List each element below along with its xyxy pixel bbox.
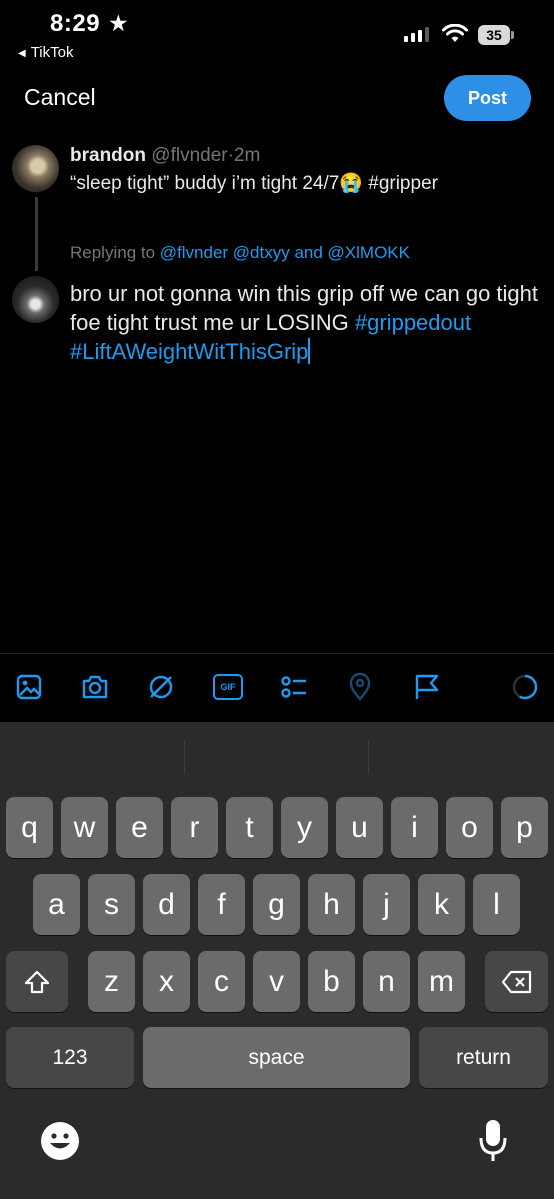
key-n[interactable]: n bbox=[363, 951, 410, 1012]
shift-arrow-icon bbox=[24, 970, 50, 993]
toolbar-divider bbox=[0, 653, 554, 654]
key-h[interactable]: h bbox=[308, 874, 355, 935]
key-y[interactable]: y bbox=[281, 797, 328, 858]
post-button[interactable]: Post bbox=[444, 75, 531, 121]
avatar-self bbox=[12, 276, 59, 323]
key-l[interactable]: l bbox=[473, 874, 520, 935]
progress-ring-icon bbox=[508, 670, 542, 704]
key-i[interactable]: i bbox=[391, 797, 438, 858]
status-time: 8:29 bbox=[50, 10, 101, 37]
key-v[interactable]: v bbox=[253, 951, 300, 1012]
text-caret bbox=[308, 338, 311, 364]
key-s[interactable]: s bbox=[88, 874, 135, 935]
image-icon[interactable] bbox=[12, 670, 46, 704]
key-k[interactable]: k bbox=[418, 874, 465, 935]
battery-tip bbox=[511, 31, 514, 39]
camera-icon[interactable] bbox=[78, 670, 112, 704]
suggestion-divider bbox=[184, 740, 185, 774]
key-b[interactable]: b bbox=[308, 951, 355, 1012]
key-w[interactable]: w bbox=[61, 797, 108, 858]
shift-key[interactable] bbox=[6, 951, 68, 1012]
back-triangle-icon: ◀ bbox=[18, 48, 26, 59]
numbers-key[interactable]: 123 bbox=[6, 1027, 134, 1088]
replying-prefix: Replying to bbox=[70, 243, 156, 262]
space-key[interactable]: space bbox=[143, 1027, 410, 1088]
flag-icon[interactable] bbox=[410, 670, 444, 704]
avatar-brandon[interactable] bbox=[12, 145, 59, 192]
key-f[interactable]: f bbox=[198, 874, 245, 935]
key-c[interactable]: c bbox=[198, 951, 245, 1012]
poll-icon[interactable] bbox=[277, 670, 311, 704]
key-e[interactable]: e bbox=[116, 797, 163, 858]
key-r[interactable]: r bbox=[171, 797, 218, 858]
replying-to-line[interactable]: Replying to @flvnder @dtxyy and @XlMOKK bbox=[70, 243, 410, 263]
key-g[interactable]: g bbox=[253, 874, 300, 935]
reply-compose-field[interactable]: bro ur not gonna win this grip off we ca… bbox=[70, 279, 540, 366]
back-to-app-link[interactable]: ◀ TikTok bbox=[18, 44, 73, 61]
key-t[interactable]: t bbox=[226, 797, 273, 858]
gif-icon[interactable]: GIF bbox=[211, 670, 245, 704]
key-j[interactable]: j bbox=[363, 874, 410, 935]
key-z[interactable]: z bbox=[88, 951, 135, 1012]
replying-handles[interactable]: @flvnder @dtxyy and @XlMOKK bbox=[160, 243, 410, 262]
star-icon: ★ bbox=[108, 10, 129, 36]
delete-key[interactable] bbox=[485, 951, 548, 1012]
microphone-icon[interactable] bbox=[478, 1118, 508, 1169]
original-tweet-text: “sleep tight” buddy i’m tight 24/7😭 #gri… bbox=[70, 173, 438, 194]
key-o[interactable]: o bbox=[446, 797, 493, 858]
tweet-author: brandon @flvnder·2m bbox=[70, 145, 260, 167]
cellular-signal-icon bbox=[404, 27, 429, 42]
backspace-icon bbox=[501, 970, 531, 993]
grok-icon[interactable] bbox=[144, 670, 178, 704]
key-d[interactable]: d bbox=[143, 874, 190, 935]
back-app-label: TikTok bbox=[30, 44, 74, 61]
emoji-icon[interactable] bbox=[40, 1121, 80, 1166]
key-p[interactable]: p bbox=[501, 797, 548, 858]
key-x[interactable]: x bbox=[143, 951, 190, 1012]
key-u[interactable]: u bbox=[336, 797, 383, 858]
wifi-icon bbox=[442, 24, 468, 42]
tweet-age: 2m bbox=[233, 145, 261, 166]
author-name[interactable]: brandon bbox=[70, 145, 146, 166]
location-icon[interactable] bbox=[343, 670, 377, 704]
key-a[interactable]: a bbox=[33, 874, 80, 935]
suggestion-divider bbox=[368, 740, 369, 774]
author-handle: @flvnder bbox=[151, 145, 228, 166]
cancel-button[interactable]: Cancel bbox=[24, 84, 96, 111]
thread-connector bbox=[35, 197, 38, 271]
gif-label: GIF bbox=[213, 674, 243, 700]
battery-indicator: 35 bbox=[478, 25, 510, 45]
key-q[interactable]: q bbox=[6, 797, 53, 858]
return-key[interactable]: return bbox=[419, 1027, 548, 1088]
key-m[interactable]: m bbox=[418, 951, 465, 1012]
